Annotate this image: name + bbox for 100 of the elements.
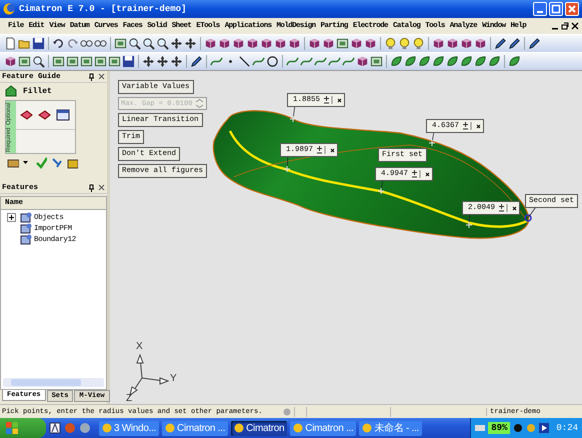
close-icon[interactable] [571,22,579,30]
taskbar-button[interactable]: 未命名 - ... [359,420,422,436]
taskbar-button[interactable]: 3 Windo... [99,420,160,436]
spinner-icon[interactable] [461,121,474,131]
curve-icon[interactable] [342,55,355,68]
pick-point-marker[interactable] [284,166,290,172]
zoom-icon[interactable] [156,37,169,50]
leaf-icon[interactable] [432,55,445,68]
curve-icon[interactable] [252,55,265,68]
cube-icon[interactable] [432,37,445,50]
taskbar-button[interactable]: Cimatron ... [290,420,356,436]
close-icon[interactable] [337,98,342,102]
cube-icon[interactable] [356,55,369,68]
pick-point-marker[interactable] [290,116,296,122]
spinner-icon[interactable] [410,169,424,179]
pick-point-marker[interactable] [466,222,472,228]
cube-icon[interactable] [218,37,231,50]
curve-icon[interactable] [328,55,341,68]
frame-icon[interactable] [336,37,349,50]
leaf-icon[interactable] [488,55,501,68]
curve-icon[interactable] [286,55,299,68]
cube-icon[interactable] [474,37,487,50]
curve-icon[interactable] [210,55,223,68]
save-icon[interactable] [122,55,135,68]
pin-icon[interactable] [88,72,95,80]
check-icon[interactable] [36,157,48,169]
move-icon[interactable] [184,37,197,50]
close-button[interactable] [565,2,579,16]
close-icon[interactable] [512,206,518,210]
spinner-icon[interactable] [315,145,328,155]
tray-icon[interactable] [513,423,524,433]
close-icon[interactable] [98,73,105,80]
move-icon[interactable] [170,37,183,50]
cube-icon[interactable] [274,37,287,50]
pick-icon[interactable] [20,109,33,121]
cube-icon[interactable] [322,37,335,50]
pencil-icon[interactable] [508,37,521,50]
cube-icon[interactable] [288,37,301,50]
leaf-icon[interactable] [508,55,521,68]
frame-icon[interactable] [94,55,107,68]
window-icon[interactable] [56,109,70,121]
pick-icon[interactable] [38,109,51,121]
leaf-icon[interactable] [446,55,459,68]
start-button[interactable] [0,418,46,438]
cube-icon[interactable] [364,37,377,50]
circle-icon[interactable] [266,55,279,68]
cube-icon[interactable] [232,37,245,50]
undo-icon[interactable] [52,37,65,50]
move-icon[interactable] [156,55,169,68]
frame-icon[interactable] [114,37,127,50]
cube-icon[interactable] [4,55,17,68]
line-icon[interactable] [238,55,251,68]
new-file-icon[interactable] [4,37,17,50]
cube-icon[interactable] [260,37,273,50]
bulb-icon[interactable] [412,37,425,50]
bulb-icon[interactable] [398,37,411,50]
cube-icon[interactable] [350,37,363,50]
expand-toggle-icon[interactable] [7,213,16,222]
caret-icon[interactable] [23,161,28,165]
maximize-button[interactable] [549,2,563,16]
close-icon[interactable] [425,172,430,176]
cube-icon[interactable] [246,37,259,50]
bulb-icon[interactable] [384,37,397,50]
frame-icon[interactable] [108,55,121,68]
play-icon[interactable] [539,423,550,433]
pick-point-marker[interactable] [378,188,384,194]
pick-point-marker[interactable] [428,140,436,146]
close-icon[interactable] [330,148,336,152]
frame-icon[interactable] [66,55,79,68]
cube-icon[interactable] [460,37,473,50]
move-icon[interactable] [170,55,183,68]
frame-icon[interactable] [80,55,93,68]
restore-icon[interactable] [561,22,569,30]
leaf-icon[interactable] [404,55,417,68]
frame-icon[interactable] [52,55,65,68]
close-icon[interactable] [98,184,105,191]
leaf-icon[interactable] [474,55,487,68]
apply-arrow-icon[interactable] [51,157,63,169]
spinner-icon[interactable] [322,95,336,105]
move-icon[interactable] [142,55,155,68]
zoom-icon[interactable] [128,37,141,50]
pencil-icon[interactable] [190,55,203,68]
pin-icon[interactable] [88,184,95,192]
leaf-icon[interactable] [390,55,403,68]
zoom-icon[interactable] [32,55,45,68]
cube-icon[interactable] [204,37,217,50]
save-icon[interactable] [32,37,45,50]
taskbar-button[interactable]: Cimatron ... [162,420,228,436]
leaf-icon[interactable] [460,55,473,68]
pencil-icon[interactable] [528,37,541,50]
frame-icon[interactable] [370,55,383,68]
cube-icon[interactable] [446,37,459,50]
zoom-icon[interactable] [142,37,155,50]
taskbar-button[interactable]: Cimatron [231,420,288,436]
horizontal-scrollbar[interactable] [3,378,104,387]
minimize-button[interactable] [533,2,547,16]
quick-launch-icon[interactable] [49,422,61,434]
cube-icon[interactable] [308,37,321,50]
spinner-icon[interactable] [497,203,510,213]
curve-icon[interactable] [300,55,313,68]
